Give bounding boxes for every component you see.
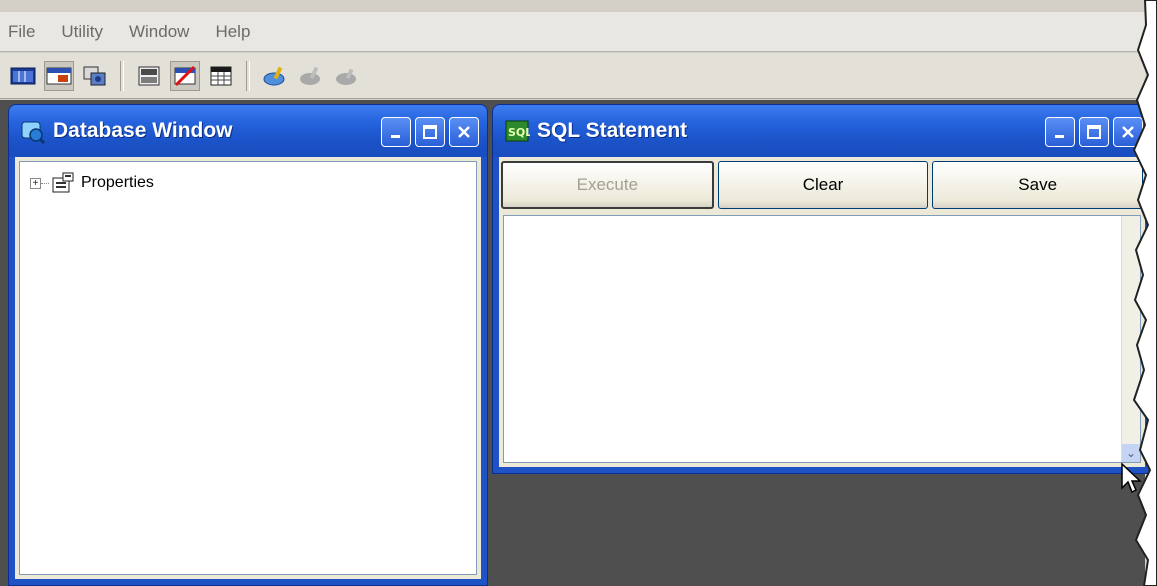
- sql-icon: SQL: [503, 117, 531, 145]
- maximize-icon: [423, 125, 437, 139]
- tree-item-label: Properties: [81, 174, 154, 191]
- clear-button[interactable]: Clear: [717, 161, 929, 209]
- paint-button[interactable]: [260, 61, 290, 91]
- tree-item-properties[interactable]: + Properties: [30, 172, 154, 194]
- application-window: File Utility Window Help Database Window…: [0, 0, 1157, 586]
- toolbar-separator: [120, 60, 124, 91]
- table-view-button[interactable]: [44, 60, 74, 91]
- toolbar: [0, 53, 1145, 99]
- server-icon: [138, 66, 160, 85]
- paint-disabled-button[interactable]: [296, 61, 326, 91]
- database-window-title: Database Window: [53, 119, 233, 142]
- sql-maximize-button[interactable]: [1079, 117, 1109, 147]
- paint-disabled-icon-2: [336, 68, 356, 85]
- svg-text:SQL: SQL: [508, 126, 530, 139]
- mdi-workspace: Database Window + Properties SQL SQL Sta…: [0, 100, 1152, 586]
- menu-file[interactable]: File: [8, 22, 35, 42]
- grid-view-icon: [10, 67, 36, 84]
- database-icon: [19, 117, 47, 145]
- maximize-icon: [1087, 125, 1101, 139]
- minimize-icon: [391, 135, 400, 138]
- table-view-icon: [46, 67, 72, 84]
- toolbar-separator-2: [246, 60, 250, 91]
- tree-expand-icon[interactable]: +: [30, 177, 41, 189]
- maximize-button[interactable]: [415, 117, 445, 147]
- sheet-icon: [210, 66, 232, 85]
- properties-icon: [52, 172, 74, 193]
- server-button[interactable]: [134, 61, 164, 91]
- sql-statement-window: SQL SQL Statement Execute Clear Save ⌄: [492, 104, 1152, 474]
- menu-window[interactable]: Window: [129, 22, 189, 42]
- connect-button[interactable]: [80, 61, 110, 91]
- sheet-button[interactable]: [206, 61, 236, 91]
- close-icon: [458, 126, 470, 138]
- database-tree[interactable]: + Properties: [19, 161, 477, 575]
- sql-window-titlebar[interactable]: SQL SQL Statement: [493, 105, 1151, 157]
- sql-window-body: Execute Clear Save ⌄: [499, 157, 1145, 467]
- edit-table-button[interactable]: [170, 60, 200, 91]
- menu-utility[interactable]: Utility: [61, 22, 103, 42]
- mouse-cursor-icon: [1121, 462, 1142, 494]
- torn-edge-decoration: [1132, 0, 1157, 586]
- menu-bar: File Utility Window Help: [0, 12, 1145, 52]
- grid-view-button[interactable]: [8, 61, 38, 91]
- paint-icon: [263, 66, 285, 85]
- sql-button-row: Execute Clear Save: [501, 161, 1144, 209]
- database-window: Database Window + Properties: [8, 104, 488, 586]
- connect-icon: [83, 66, 106, 85]
- sql-minimize-button[interactable]: [1045, 117, 1075, 147]
- minimize-button[interactable]: [381, 117, 411, 147]
- execute-button[interactable]: Execute: [501, 161, 714, 209]
- menu-help[interactable]: Help: [215, 22, 250, 42]
- paint-disabled-button-2[interactable]: [332, 61, 362, 91]
- database-window-caption-buttons: [381, 117, 479, 147]
- sql-window-title: SQL Statement: [537, 119, 688, 142]
- minimize-icon: [1055, 135, 1064, 138]
- database-window-body: + Properties: [15, 157, 481, 579]
- database-window-titlebar[interactable]: Database Window: [9, 105, 487, 157]
- sql-statement-editor[interactable]: ⌄: [503, 215, 1141, 463]
- paint-disabled-icon: [300, 66, 320, 85]
- close-button[interactable]: [449, 117, 479, 147]
- tree-connector: [41, 182, 49, 184]
- edit-table-icon: [174, 65, 196, 86]
